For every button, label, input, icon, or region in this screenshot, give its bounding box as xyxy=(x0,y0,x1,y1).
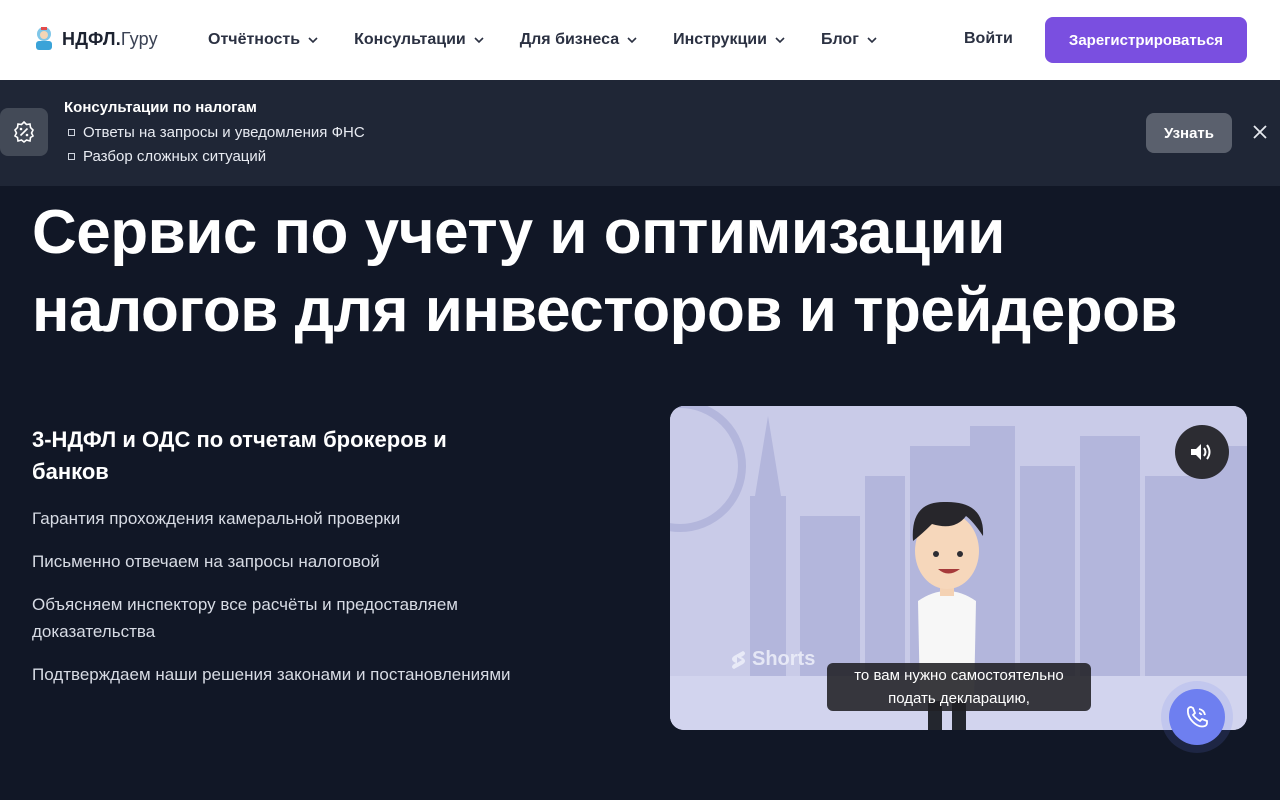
banner-title: Консультации по налогам xyxy=(64,99,257,116)
percent-badge-icon xyxy=(0,108,48,156)
banner-item-label: Ответы на запросы и уведомления ФНС xyxy=(83,124,365,141)
feature-item: Объясняем инспектору все расчёты и предо… xyxy=(32,595,458,641)
caption-line: то вам нужно самостоятельно xyxy=(854,667,1064,684)
video-caption: то вам нужно самостоятельно подать декла… xyxy=(827,663,1091,711)
nav-item-label: Блог xyxy=(820,31,859,48)
mascot-logo-icon xyxy=(32,25,56,53)
nav-item-label: Для бизнеса xyxy=(519,31,620,48)
caption-line: подать декларацию, xyxy=(888,690,1030,707)
nav-item-consultations[interactable]: Консультации xyxy=(354,31,484,49)
feature-item: Гарантия прохождения камеральной проверк… xyxy=(32,509,401,528)
nav-item-business[interactable]: Для бизнеса xyxy=(520,31,637,49)
shorts-watermark: Shorts xyxy=(730,648,815,671)
logo-text-bold: НДФЛ. xyxy=(62,28,121,49)
shorts-logo-icon xyxy=(732,650,745,669)
feature-item: Подтверждаем наши решения законами и пос… xyxy=(32,665,511,684)
logo-text-light: Гуру xyxy=(120,28,158,49)
nav-item-label: Консультации xyxy=(354,31,466,48)
site-header: НДФЛ.Гуру Отчётность Консультации Для би… xyxy=(0,0,1280,80)
chevron-down-icon xyxy=(775,37,785,44)
nav-item-reporting[interactable]: Отчётность xyxy=(208,31,318,49)
phone-icon[interactable] xyxy=(1169,689,1225,745)
banner-item: Разбор сложных ситуаций xyxy=(68,148,266,165)
page-title: Сервис по учету и оптимизации налогов дл… xyxy=(32,194,1232,350)
nav-item-blog[interactable]: Блог xyxy=(821,31,877,49)
section-heading: 3-НДФЛ и ОДС по отчетам брокеров и банко… xyxy=(32,427,447,484)
speaker-icon[interactable] xyxy=(1175,425,1229,479)
bullet-square-icon xyxy=(68,153,75,160)
nav-item-label: Отчётность xyxy=(208,31,301,48)
banner-item: Ответы на запросы и уведомления ФНС xyxy=(68,124,365,141)
bullet-square-icon xyxy=(68,129,75,136)
shorts-label: Shorts xyxy=(752,648,816,670)
close-icon[interactable] xyxy=(1250,122,1270,142)
nav-item-instructions[interactable]: Инструкции xyxy=(673,31,785,49)
feature-item: Письменно отвечаем на запросы налоговой xyxy=(32,552,380,571)
chevron-down-icon xyxy=(867,37,877,44)
banner-item-label: Разбор сложных ситуаций xyxy=(83,148,267,165)
logo[interactable]: НДФЛ.Гуру xyxy=(32,25,158,53)
chevron-down-icon xyxy=(308,37,318,44)
page-title-line: налогов для инвесторов и трейдеров xyxy=(32,276,1178,345)
chevron-down-icon xyxy=(474,37,484,44)
nav-item-label: Инструкции xyxy=(673,31,767,48)
register-button[interactable]: Зарегистрироваться xyxy=(1045,17,1247,63)
login-link[interactable]: Войти xyxy=(964,30,1013,48)
main-nav: Отчётность Консультации Для бизнеса Инст… xyxy=(208,0,877,80)
learn-more-button[interactable]: Узнать xyxy=(1146,113,1232,153)
chevron-down-icon xyxy=(627,37,637,44)
page-title-line: Сервис по учету и оптимизации xyxy=(32,198,1005,267)
